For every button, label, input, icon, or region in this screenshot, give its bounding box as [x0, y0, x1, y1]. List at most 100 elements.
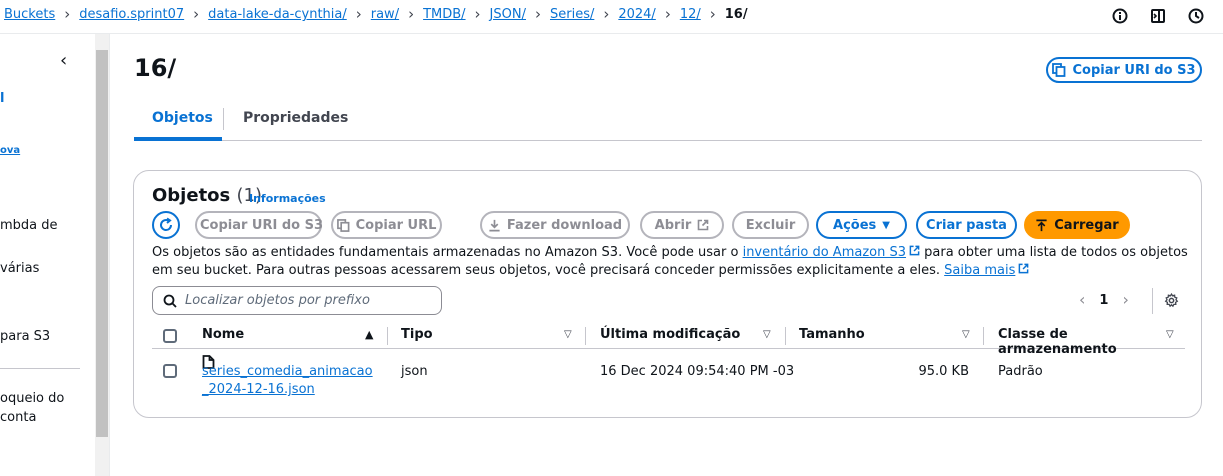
panel-title: Objetos (1) [152, 185, 262, 206]
nav-item-fragment[interactable]: oqueio do [0, 391, 64, 406]
breadcrumb-folder-12[interactable]: 12/ [680, 7, 701, 22]
tab-separator [223, 108, 224, 130]
column-header-name[interactable]: Nome [202, 327, 244, 342]
top-bar: Buckets › desafio.sprint07 › data-lake-d… [0, 0, 1223, 34]
download-button[interactable]: Fazer download [480, 211, 630, 239]
open-button[interactable]: Abrir [640, 211, 724, 239]
chevron-right-icon: › [534, 5, 541, 23]
search-placeholder: Localizar objetos por prefixo [185, 293, 370, 308]
column-separator [585, 327, 586, 345]
external-link-icon [698, 219, 709, 231]
delete-label: Excluir [745, 217, 796, 233]
chevron-right-icon: › [355, 5, 362, 23]
chevron-right-icon: › [193, 5, 200, 23]
sort-icon[interactable]: ▽ [962, 329, 970, 340]
column-separator [387, 327, 388, 345]
chevron-right-icon: › [664, 5, 671, 23]
delete-button[interactable]: Excluir [732, 211, 809, 239]
sort-icon[interactable]: ▽ [564, 329, 572, 340]
nav-item-fragment[interactable]: mbda de [0, 218, 58, 233]
pagination: ‹ 1 › [1079, 292, 1129, 308]
nav-item-fragment[interactable]: várias [0, 261, 39, 276]
tab-bar: Objetos Propriedades [134, 100, 1202, 141]
column-separator [983, 327, 984, 345]
open-label: Abrir [654, 217, 692, 233]
row-checkbox[interactable] [163, 364, 177, 378]
breadcrumb-folder-tmdb[interactable]: TMDB/ [423, 7, 465, 22]
copy-s3-uri-label: Copiar URI do S3 [1072, 62, 1196, 78]
tab-propriedades[interactable]: Propriedades [243, 110, 348, 126]
active-tab-indicator [134, 137, 222, 141]
gear-icon[interactable] [1164, 292, 1179, 312]
upload-icon [1036, 219, 1047, 231]
copy-url-label: Copiar URL [355, 217, 437, 233]
upload-label: Carregar [1054, 217, 1119, 233]
objects-panel: Objetos (1) Informações Copiar URI do S3… [133, 170, 1202, 418]
pagination-separator [1152, 288, 1153, 314]
breadcrumb-current: 16/ [724, 7, 748, 22]
side-panel-icon[interactable] [1148, 6, 1168, 26]
caret-down-icon: ▼ [882, 219, 890, 231]
description-text: Os objetos são as entidades fundamentais… [152, 245, 743, 260]
table-row: series_comedia_animacao_2024-12-16.json … [152, 351, 1185, 411]
learn-more-link[interactable]: Saiba mais [944, 263, 1015, 278]
breadcrumb-folder-series[interactable]: Series/ [550, 7, 594, 22]
table-header: Nome ▲ Tipo ▽ Última modificação ▽ Taman… [152, 323, 1185, 357]
sort-icon[interactable]: ▽ [1166, 329, 1174, 340]
sort-icon[interactable]: ▽ [763, 329, 771, 340]
nav-item-fragment[interactable]: ova [0, 145, 20, 156]
object-name-link[interactable]: series_comedia_animacao_2024-12-16.json [202, 363, 377, 399]
external-link-icon [1019, 263, 1029, 274]
select-all-checkbox[interactable] [163, 329, 177, 343]
search-icon [163, 294, 177, 308]
sort-ascending-icon[interactable]: ▲ [365, 328, 373, 341]
next-page-icon[interactable]: › [1122, 292, 1128, 308]
inventory-link[interactable]: inventário do Amazon S3 [743, 245, 906, 260]
column-header-type[interactable]: Tipo [401, 327, 433, 342]
breadcrumb-bucket[interactable]: desafio.sprint07 [79, 7, 184, 22]
left-navigation: ‹ l ova mbda de várias para S3 oqueio do… [0, 34, 95, 476]
copy-url-button[interactable]: Copiar URL [331, 211, 442, 239]
actions-label: Ações [833, 217, 877, 233]
copy-s3-uri-toolbar-label: Copiar URI do S3 [199, 217, 324, 233]
actions-dropdown[interactable]: Ações ▼ [816, 211, 907, 239]
chevron-right-icon: › [709, 5, 716, 23]
breadcrumb-folder-raw[interactable]: raw/ [371, 7, 399, 22]
breadcrumb-buckets[interactable]: Buckets [4, 7, 55, 22]
tab-objetos[interactable]: Objetos [152, 110, 213, 126]
column-separator [785, 327, 786, 345]
column-header-size[interactable]: Tamanho [799, 327, 865, 342]
scrollbar-thumb[interactable] [96, 50, 108, 437]
copy-s3-uri-button[interactable]: Copiar URI do S3 [1046, 57, 1202, 83]
refresh-button[interactable] [152, 211, 180, 239]
search-input[interactable]: Localizar objetos por prefixo [152, 286, 442, 315]
nav-item-fragment[interactable]: conta [0, 410, 36, 425]
create-folder-button[interactable]: Criar pasta [916, 211, 1017, 239]
object-storage-class: Padrão [998, 364, 1043, 379]
breadcrumb: Buckets › desafio.sprint07 › data-lake-d… [4, 5, 748, 23]
object-size: 95.0 KB [918, 364, 969, 379]
nav-item-fragment[interactable]: para S3 [0, 329, 50, 344]
download-label: Fazer download [506, 217, 623, 233]
info-icon[interactable] [1110, 6, 1130, 26]
breadcrumb-folder-data-lake[interactable]: data-lake-da-cynthia/ [208, 7, 347, 22]
external-link-icon [909, 245, 920, 256]
current-page[interactable]: 1 [1099, 293, 1108, 308]
upload-button[interactable]: Carregar [1024, 211, 1130, 239]
objects-description: Os objetos são as entidades fundamentais… [152, 244, 1192, 280]
collapse-nav-icon[interactable]: ‹ [60, 50, 67, 71]
copy-s3-uri-toolbar-button[interactable]: Copiar URI do S3 [195, 211, 324, 239]
panel-title-text: Objetos [152, 185, 231, 206]
column-header-last-modified[interactable]: Última modificação [600, 327, 740, 342]
chevron-right-icon: › [408, 5, 415, 23]
nav-scrollbar[interactable] [95, 34, 109, 476]
breadcrumb-folder-2024[interactable]: 2024/ [618, 7, 655, 22]
history-icon[interactable] [1186, 6, 1206, 26]
breadcrumb-folder-json[interactable]: JSON/ [490, 7, 526, 22]
nav-item-fragment[interactable]: l [0, 91, 4, 106]
info-link[interactable]: Informações [249, 192, 326, 205]
previous-page-icon[interactable]: ‹ [1079, 292, 1085, 308]
chevron-right-icon: › [64, 5, 71, 23]
refresh-icon [160, 217, 173, 231]
chevron-right-icon: › [474, 5, 481, 23]
